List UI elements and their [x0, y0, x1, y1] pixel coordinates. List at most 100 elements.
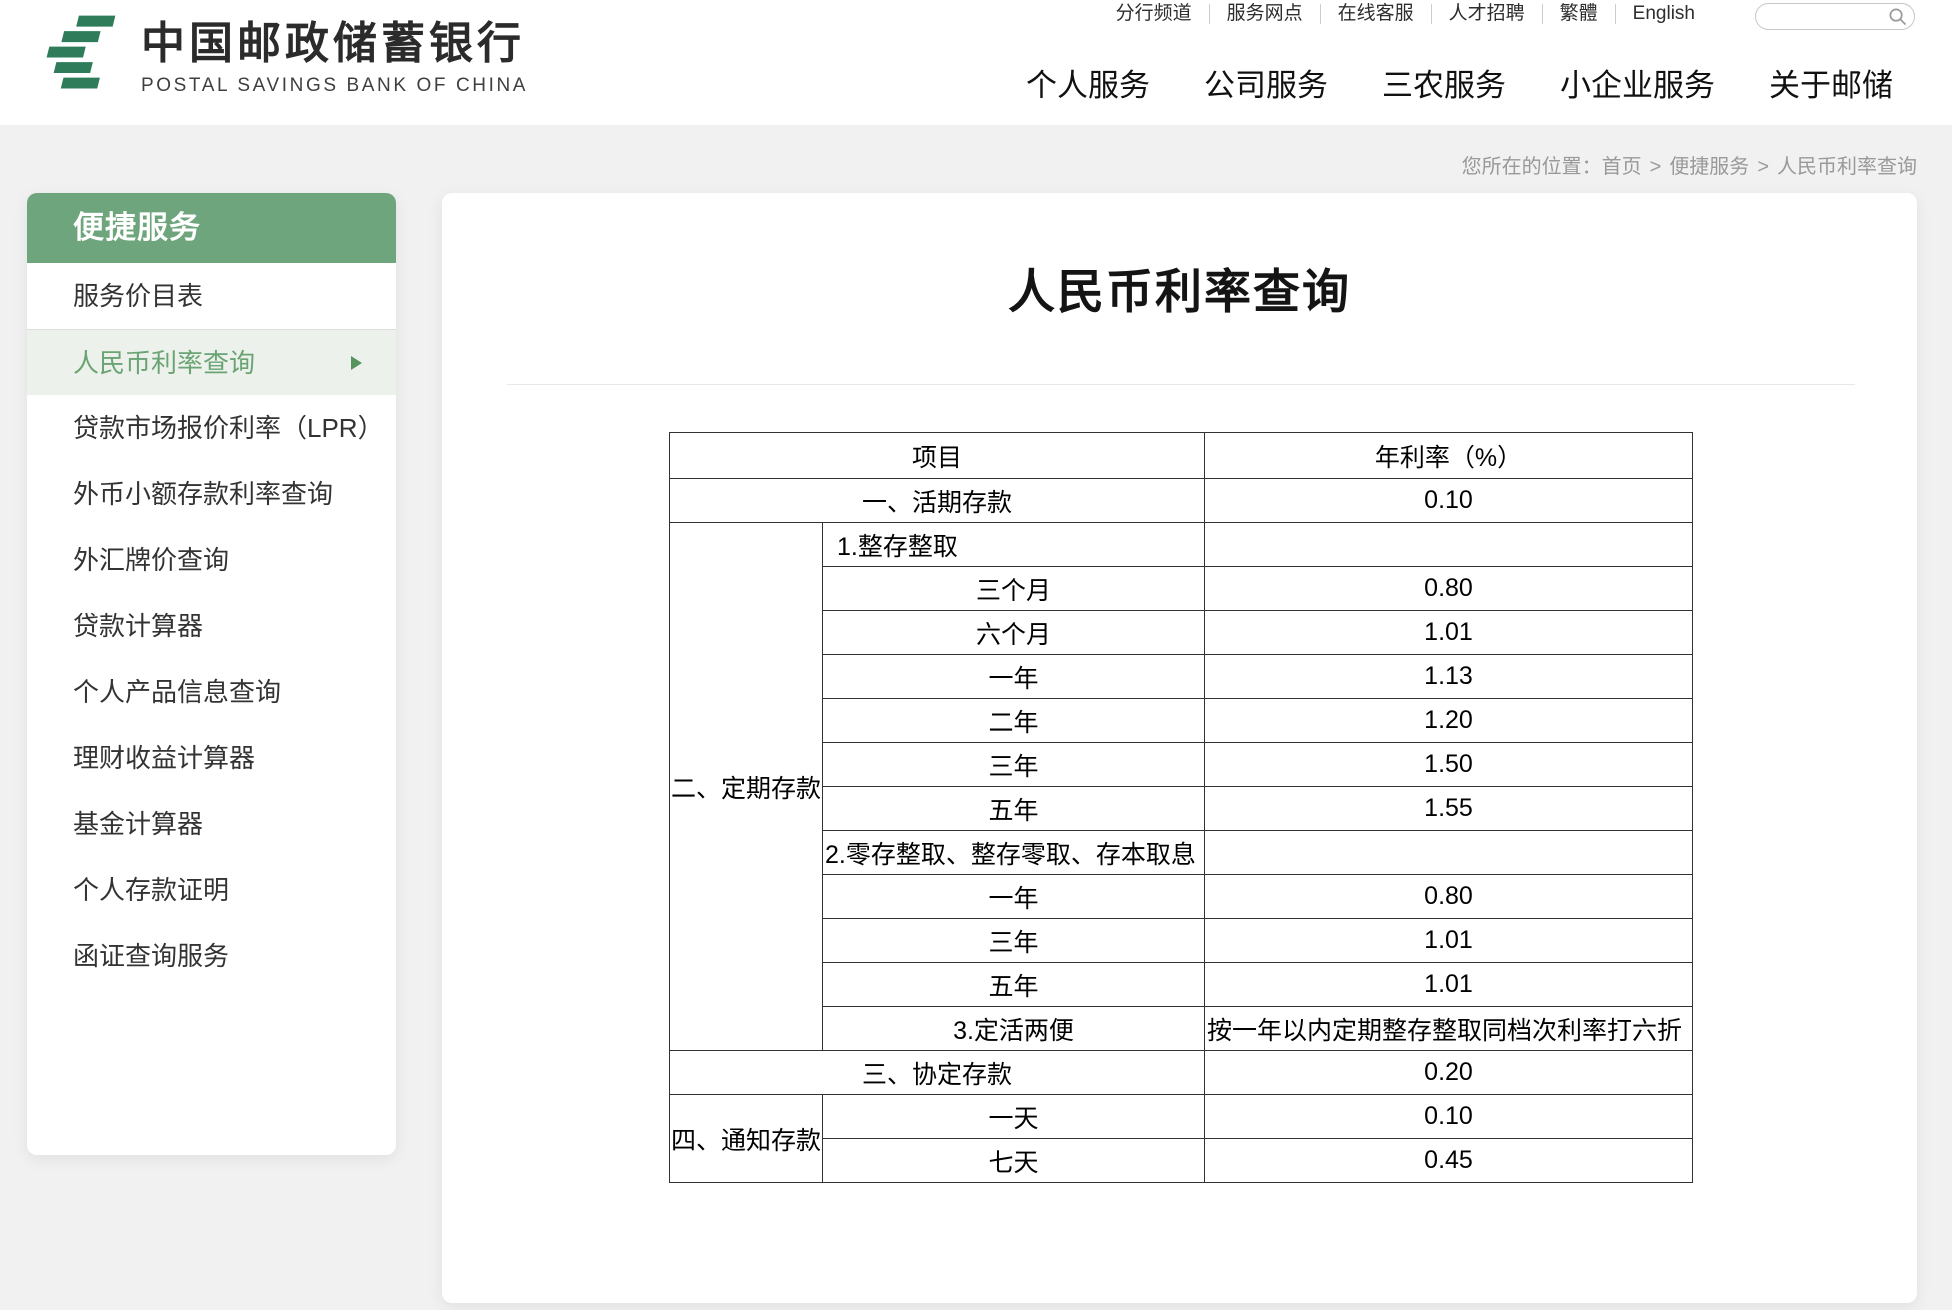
cell-rate: 0.20: [1205, 1051, 1693, 1095]
cell-subcategory: 3.定活两便: [823, 1007, 1205, 1051]
nav-personal-services[interactable]: 个人服务: [1026, 60, 1150, 105]
table-row: 五年 1.55: [670, 787, 1693, 831]
breadcrumb-home-link[interactable]: 首页: [1602, 156, 1642, 178]
cell-rate: 1.01: [1205, 963, 1693, 1007]
cell-rate: 1.01: [1205, 919, 1693, 963]
header-project: 项目: [670, 433, 1205, 479]
cell-term: 一天: [823, 1095, 1205, 1139]
brand-name-cn: 中国邮政储蓄银行: [141, 20, 528, 68]
sidebar-item-confirmation-letter-service[interactable]: 函证查询服务: [27, 923, 396, 989]
cell-term: 六个月: [823, 611, 1205, 655]
utility-link-service-outlets[interactable]: 服务网点: [1209, 4, 1320, 24]
sidebar-list: 服务价目表 人民币利率查询 贷款市场报价利率（LPR） 外币小额存款利率查询 外…: [27, 263, 396, 989]
utility-link-careers[interactable]: 人才招聘: [1431, 4, 1542, 24]
nav-small-business-services[interactable]: 小企业服务: [1560, 60, 1715, 105]
cell-term: 五年: [823, 963, 1205, 1007]
cell-term: 五年: [823, 787, 1205, 831]
sidebar-item-service-price-list[interactable]: 服务价目表: [27, 263, 396, 329]
cell-term: 三年: [823, 919, 1205, 963]
sidebar-item-personal-product-info[interactable]: 个人产品信息查询: [27, 659, 396, 725]
psbc-logo[interactable]: 中国邮政储蓄银行 POSTAL SAVINGS BANK OF CHINA: [37, 12, 528, 97]
table-row: 三个月 0.80: [670, 567, 1693, 611]
table-row: 二、定期存款 1.整存整取: [670, 523, 1693, 567]
breadcrumb-separator: >: [1757, 156, 1769, 178]
title-divider: [507, 384, 1855, 385]
cell-rate: 1.20: [1205, 699, 1693, 743]
breadcrumb-prefix: 您所在的位置：: [1462, 156, 1602, 178]
logo-text: 中国邮政储蓄银行 POSTAL SAVINGS BANK OF CHINA: [141, 12, 528, 97]
table-row: 五年 1.01: [670, 963, 1693, 1007]
search-box: [1755, 3, 1915, 30]
table-row: 3.定活两便 按一年以内定期整存整取同档次利率打六折: [670, 1007, 1693, 1051]
cell-term: 一年: [823, 655, 1205, 699]
breadcrumb-section-link[interactable]: 便捷服务: [1669, 156, 1749, 178]
cell-rate-note: 按一年以内定期整存整取同档次利率打六折: [1205, 1007, 1693, 1051]
search-icon[interactable]: [1888, 7, 1907, 26]
header-rate: 年利率（%）: [1205, 433, 1693, 479]
cell-term: 七天: [823, 1139, 1205, 1183]
table-row: 七天 0.45: [670, 1139, 1693, 1183]
psbc-logo-mark: [37, 12, 119, 94]
sidebar-item-wealth-yield-calculator[interactable]: 理财收益计算器: [27, 725, 396, 791]
cell-subcategory: 1.整存整取: [823, 523, 1205, 567]
cell-category: 三、协定存款: [670, 1051, 1205, 1095]
cell-term: 二年: [823, 699, 1205, 743]
cell-rate: 0.10: [1205, 479, 1693, 523]
table-row: 一、活期存款 0.10: [670, 479, 1693, 523]
sidebar-item-rmb-rate-query[interactable]: 人民币利率查询: [27, 329, 396, 395]
cell-category: 一、活期存款: [670, 479, 1205, 523]
utility-link-online-service[interactable]: 在线客服: [1320, 4, 1431, 24]
utility-link-english[interactable]: English: [1615, 4, 1712, 24]
cell-rate: [1205, 523, 1693, 567]
sidebar-item-fund-calculator[interactable]: 基金计算器: [27, 791, 396, 857]
sidebar-item-label: 人民币利率查询: [73, 348, 255, 378]
table-row: 二年 1.20: [670, 699, 1693, 743]
sidebar-item-personal-deposit-certificate[interactable]: 个人存款证明: [27, 857, 396, 923]
cell-rate: 1.50: [1205, 743, 1693, 787]
table-row: 一年 0.80: [670, 875, 1693, 919]
cell-rate: 0.45: [1205, 1139, 1693, 1183]
rmb-rate-table: 项目 年利率（%） 一、活期存款 0.10 二、定期存款 1.整存整取 三个月 …: [669, 432, 1693, 1183]
cell-category: 四、通知存款: [670, 1095, 823, 1183]
table-row: 四、通知存款 一天 0.10: [670, 1095, 1693, 1139]
utility-link-branch-channel[interactable]: 分行频道: [1099, 4, 1209, 24]
cell-category: 二、定期存款: [670, 523, 823, 1051]
breadcrumb-separator: >: [1650, 156, 1662, 178]
sidebar-title: 便捷服务: [27, 193, 396, 263]
table-row: 三、协定存款 0.20: [670, 1051, 1693, 1095]
sidebar-item-loan-calculator[interactable]: 贷款计算器: [27, 593, 396, 659]
cell-subcategory: 2.零存整取、整存零取、存本取息: [823, 831, 1205, 875]
sidebar-item-forex-quotes[interactable]: 外汇牌价查询: [27, 527, 396, 593]
table-row: 三年 1.01: [670, 919, 1693, 963]
cell-term: 三年: [823, 743, 1205, 787]
site-header: 中国邮政储蓄银行 POSTAL SAVINGS BANK OF CHINA 分行…: [0, 0, 1952, 125]
breadcrumb-current-page: 人民币利率查询: [1777, 156, 1917, 178]
table-header-row: 项目 年利率（%）: [670, 433, 1693, 479]
nav-about-psbc[interactable]: 关于邮储: [1769, 60, 1893, 105]
utility-nav: 分行频道 服务网点 在线客服 人才招聘 繁體 English: [1099, 4, 1712, 24]
arrow-right-icon: [351, 356, 362, 370]
cell-rate: 1.13: [1205, 655, 1693, 699]
cell-rate: [1205, 831, 1693, 875]
table-row: 六个月 1.01: [670, 611, 1693, 655]
table-row: 三年 1.50: [670, 743, 1693, 787]
cell-rate: 1.01: [1205, 611, 1693, 655]
cell-rate: 0.80: [1205, 875, 1693, 919]
cell-rate: 0.10: [1205, 1095, 1693, 1139]
sidebar: 便捷服务 服务价目表 人民币利率查询 贷款市场报价利率（LPR） 外币小额存款利…: [27, 193, 396, 1155]
cell-rate: 1.55: [1205, 787, 1693, 831]
breadcrumb: 您所在的位置：首页 > 便捷服务 > 人民币利率查询: [1462, 150, 1917, 179]
nav-corporate-services[interactable]: 公司服务: [1204, 60, 1328, 105]
table-row: 2.零存整取、整存零取、存本取息: [670, 831, 1693, 875]
cell-rate: 0.80: [1205, 567, 1693, 611]
brand-name-en: POSTAL SAVINGS BANK OF CHINA: [141, 75, 528, 97]
cell-term: 一年: [823, 875, 1205, 919]
page-title: 人民币利率查询: [442, 253, 1917, 322]
cell-term: 三个月: [823, 567, 1205, 611]
sidebar-item-lpr[interactable]: 贷款市场报价利率（LPR）: [27, 395, 396, 461]
content-card: 人民币利率查询 项目 年利率（%） 一、活期存款 0.10 二、定期存款 1.整…: [442, 193, 1917, 1303]
nav-rural-services[interactable]: 三农服务: [1382, 60, 1506, 105]
sidebar-item-foreign-currency-deposit-rates[interactable]: 外币小额存款利率查询: [27, 461, 396, 527]
utility-link-traditional-chinese[interactable]: 繁體: [1542, 4, 1615, 24]
table-row: 一年 1.13: [670, 655, 1693, 699]
